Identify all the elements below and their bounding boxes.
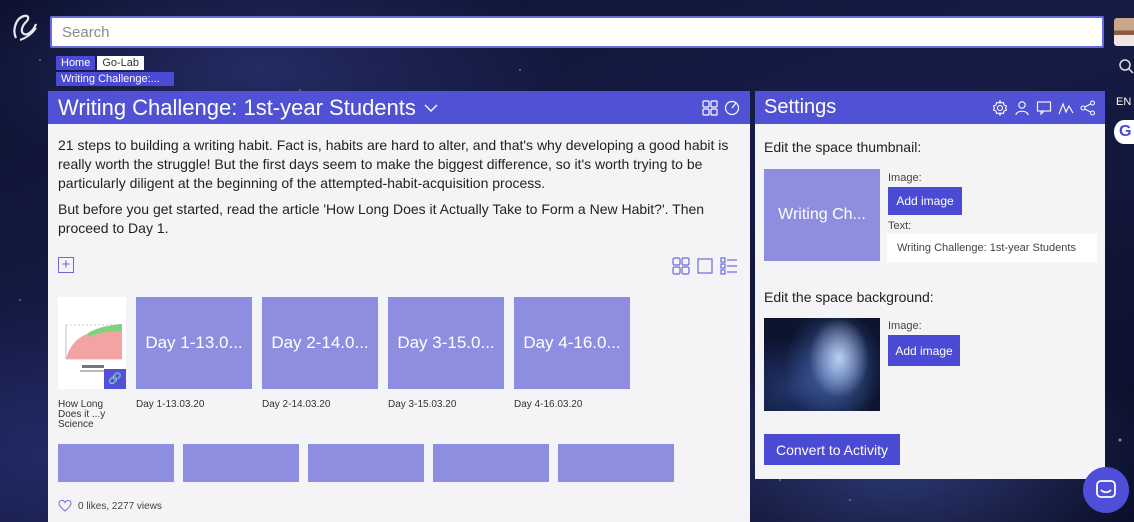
- tile-placeholder[interactable]: [558, 444, 674, 482]
- description-paragraph: But before you get started, read the art…: [58, 201, 705, 236]
- convert-to-activity-button[interactable]: Convert to Activity: [764, 434, 900, 465]
- tile-day-4[interactable]: Day 4-16.0... Day 4-16.03.20: [514, 297, 630, 430]
- space-description: 21 steps to building a writing habit. Fa…: [48, 124, 750, 238]
- analytics-icon[interactable]: [1058, 100, 1074, 116]
- tile-caption: Day 1-13.03.20: [136, 399, 205, 410]
- breadcrumb-golab[interactable]: Go-Lab: [97, 56, 145, 70]
- list-view-icon[interactable]: [720, 257, 738, 275]
- add-thumbnail-image-button[interactable]: Add image: [888, 187, 962, 215]
- card-view-icon[interactable]: [696, 257, 714, 275]
- gear-icon[interactable]: [992, 99, 1008, 116]
- space-panel: Writing Challenge: 1st-year Students 21 …: [48, 91, 750, 522]
- description-paragraph: 21 steps to building a writing habit. Fa…: [58, 137, 729, 191]
- user-icon[interactable]: [1014, 100, 1030, 116]
- text-label: Text:: [888, 220, 912, 232]
- thumbnail-text-field[interactable]: [887, 234, 1097, 262]
- settings-panel: Settings Edit the space thumbnail: Writi…: [755, 91, 1105, 479]
- search-icon[interactable]: [1118, 58, 1134, 74]
- grid-view-icon[interactable]: [672, 257, 690, 275]
- search-input[interactable]: [50, 16, 1104, 48]
- image-label: Image:: [888, 172, 922, 184]
- background-preview: [764, 318, 880, 411]
- space-header: Writing Challenge: 1st-year Students: [48, 91, 750, 124]
- tile-label[interactable]: Day 2-14.0...: [262, 297, 378, 389]
- graasp-app-icon[interactable]: G: [1114, 120, 1134, 144]
- share-icon[interactable]: [1080, 99, 1096, 116]
- settings-header: Settings: [755, 91, 1105, 124]
- resource-item[interactable]: 🔗 How Long Does it ...y Science: [58, 297, 126, 430]
- background-heading: Edit the space background:: [764, 289, 934, 305]
- link-icon: 🔗: [104, 369, 126, 389]
- resource-caption: How Long Does it ...y Science: [58, 399, 106, 430]
- tile-label[interactable]: Day 4-16.0...: [514, 297, 630, 389]
- space-stats: 0 likes, 2277 views: [58, 499, 162, 513]
- chat-bubble-icon: [1096, 480, 1116, 498]
- support-chat-button[interactable]: [1083, 467, 1129, 513]
- items-grid-row-2: [58, 444, 674, 482]
- likes-views-text: 0 likes, 2277 views: [78, 500, 162, 512]
- tile-day-1[interactable]: Day 1-13.0... Day 1-13.03.20: [136, 297, 252, 430]
- breadcrumb-current[interactable]: Writing Challenge:...: [56, 72, 174, 86]
- tile-caption: Day 2-14.03.20: [262, 399, 331, 410]
- dashboard-icon[interactable]: [724, 100, 740, 116]
- heart-icon[interactable]: [58, 499, 72, 513]
- resource-thumbnail[interactable]: 🔗: [58, 297, 126, 389]
- add-item-button[interactable]: +: [58, 257, 74, 273]
- breadcrumb-home[interactable]: Home: [56, 56, 96, 70]
- space-title: Writing Challenge: 1st-year Students: [58, 94, 416, 120]
- tile-placeholder[interactable]: [433, 444, 549, 482]
- language-selector[interactable]: EN: [1116, 96, 1131, 108]
- chat-icon[interactable]: [1036, 100, 1052, 116]
- breadcrumb: Home Go-Lab Writing Challenge:...: [56, 56, 174, 91]
- thumbnail-preview: Writing Ch...: [764, 169, 880, 261]
- tile-placeholder[interactable]: [58, 444, 174, 482]
- thumbnail-heading: Edit the space thumbnail:: [764, 139, 922, 155]
- grid-icon[interactable]: [702, 99, 718, 116]
- avatar[interactable]: [1114, 18, 1134, 46]
- items-grid: 🔗 How Long Does it ...y Science Day 1-13…: [58, 297, 640, 430]
- graasp-logo[interactable]: [10, 12, 40, 44]
- tile-caption: Day 4-16.03.20: [514, 399, 583, 410]
- tile-placeholder[interactable]: [183, 444, 299, 482]
- tile-placeholder[interactable]: [308, 444, 424, 482]
- logo-icon: [13, 14, 38, 41]
- tile-label[interactable]: Day 1-13.0...: [136, 297, 252, 389]
- tile-day-2[interactable]: Day 2-14.0... Day 2-14.03.20: [262, 297, 378, 430]
- items-toolbar: +: [58, 257, 738, 275]
- chevron-down-icon[interactable]: [424, 100, 438, 118]
- add-background-image-button[interactable]: Add image: [888, 335, 960, 366]
- tile-label[interactable]: Day 3-15.0...: [388, 297, 504, 389]
- tile-caption: Day 3-15.03.20: [388, 399, 457, 410]
- settings-title: Settings: [764, 96, 837, 118]
- tile-day-3[interactable]: Day 3-15.0... Day 3-15.03.20: [388, 297, 504, 430]
- image-label: Image:: [888, 320, 922, 332]
